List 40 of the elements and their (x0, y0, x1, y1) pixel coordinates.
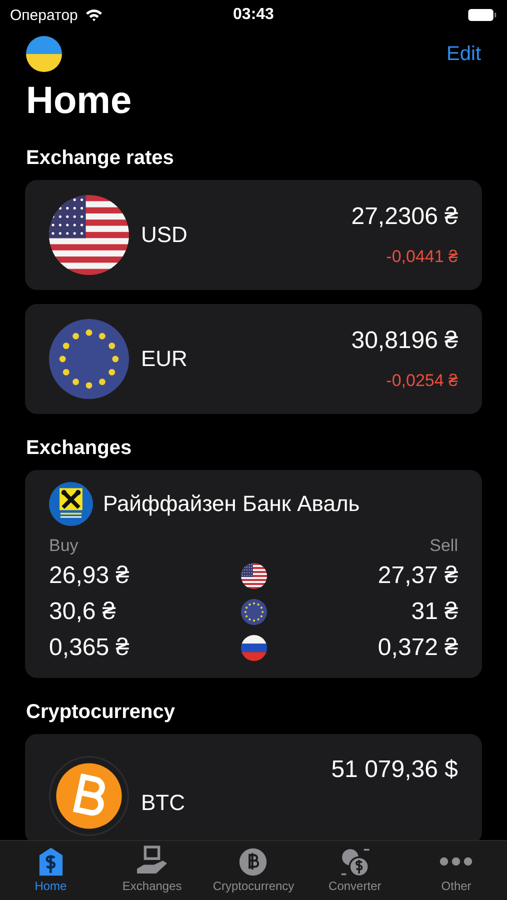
sell-rate: 27,37 ₴ (378, 562, 458, 590)
more-icon (439, 857, 474, 866)
carrier-name: Оператор (10, 6, 78, 24)
russia-flag-icon (240, 635, 266, 661)
sell-label: Sell (430, 536, 458, 556)
bank-card[interactable]: Райффайзен Банк Аваль Buy Sell 26,93 ₴ 27,37 ₴ 30,6 ₴ 31 ₴ 0,365 ₴ 0,372 ₴ (25, 470, 482, 678)
buy-rate: 30,6 ₴ (49, 598, 117, 626)
tab-item[interactable]: Cryptocurrency (202, 841, 304, 900)
exchange-rate: 27,2306 ₴ (351, 203, 458, 231)
currency-code: USD (141, 222, 188, 248)
bank-name: Райффайзен Банк Аваль (103, 491, 360, 517)
eu-flag-icon (240, 599, 266, 625)
ukraine-flag-icon (26, 36, 62, 72)
edit-button[interactable]: Edit (446, 42, 481, 66)
tab-item[interactable]: Home (0, 841, 102, 900)
buy-rate: 26,93 ₴ (49, 562, 130, 590)
rate-change: -0,0441 ₴ (386, 247, 458, 267)
currency-code: EUR (141, 346, 188, 372)
clock-time: 03:43 (233, 6, 274, 24)
us-flag-icon (49, 195, 129, 275)
buy-label: Buy (49, 536, 78, 556)
tab-item[interactable]: Exchanges (101, 841, 203, 900)
rate-card[interactable]: EUR 30,8196 ₴ -0,0254 ₴ (25, 304, 482, 414)
buy-rate: 0,365 ₴ (49, 634, 130, 662)
tab-item[interactable]: Converter (304, 841, 406, 900)
currency-code: BTC (141, 790, 186, 816)
section-heading: Cryptocurrency (26, 700, 176, 724)
section-heading: Exchanges (26, 436, 133, 460)
bitcoin-icon (49, 756, 129, 836)
bank-logo-icon (49, 482, 93, 526)
section-heading: Exchange rates (26, 146, 175, 170)
sell-rate: 0,372 ₴ (378, 634, 458, 662)
exchange-rate: 51 079,36 $ (331, 756, 458, 784)
tab-item[interactable]: Other (406, 841, 507, 900)
rate-change: -0,0254 ₴ (386, 371, 458, 391)
us-flag-icon (240, 563, 266, 589)
exchange-rate: 30,8196 ₴ (351, 327, 458, 355)
rate-card[interactable]: USD 27,2306 ₴ -0,0441 ₴ (25, 180, 482, 290)
sell-rate: 31 ₴ (411, 598, 458, 626)
page-title: Home (26, 79, 133, 124)
